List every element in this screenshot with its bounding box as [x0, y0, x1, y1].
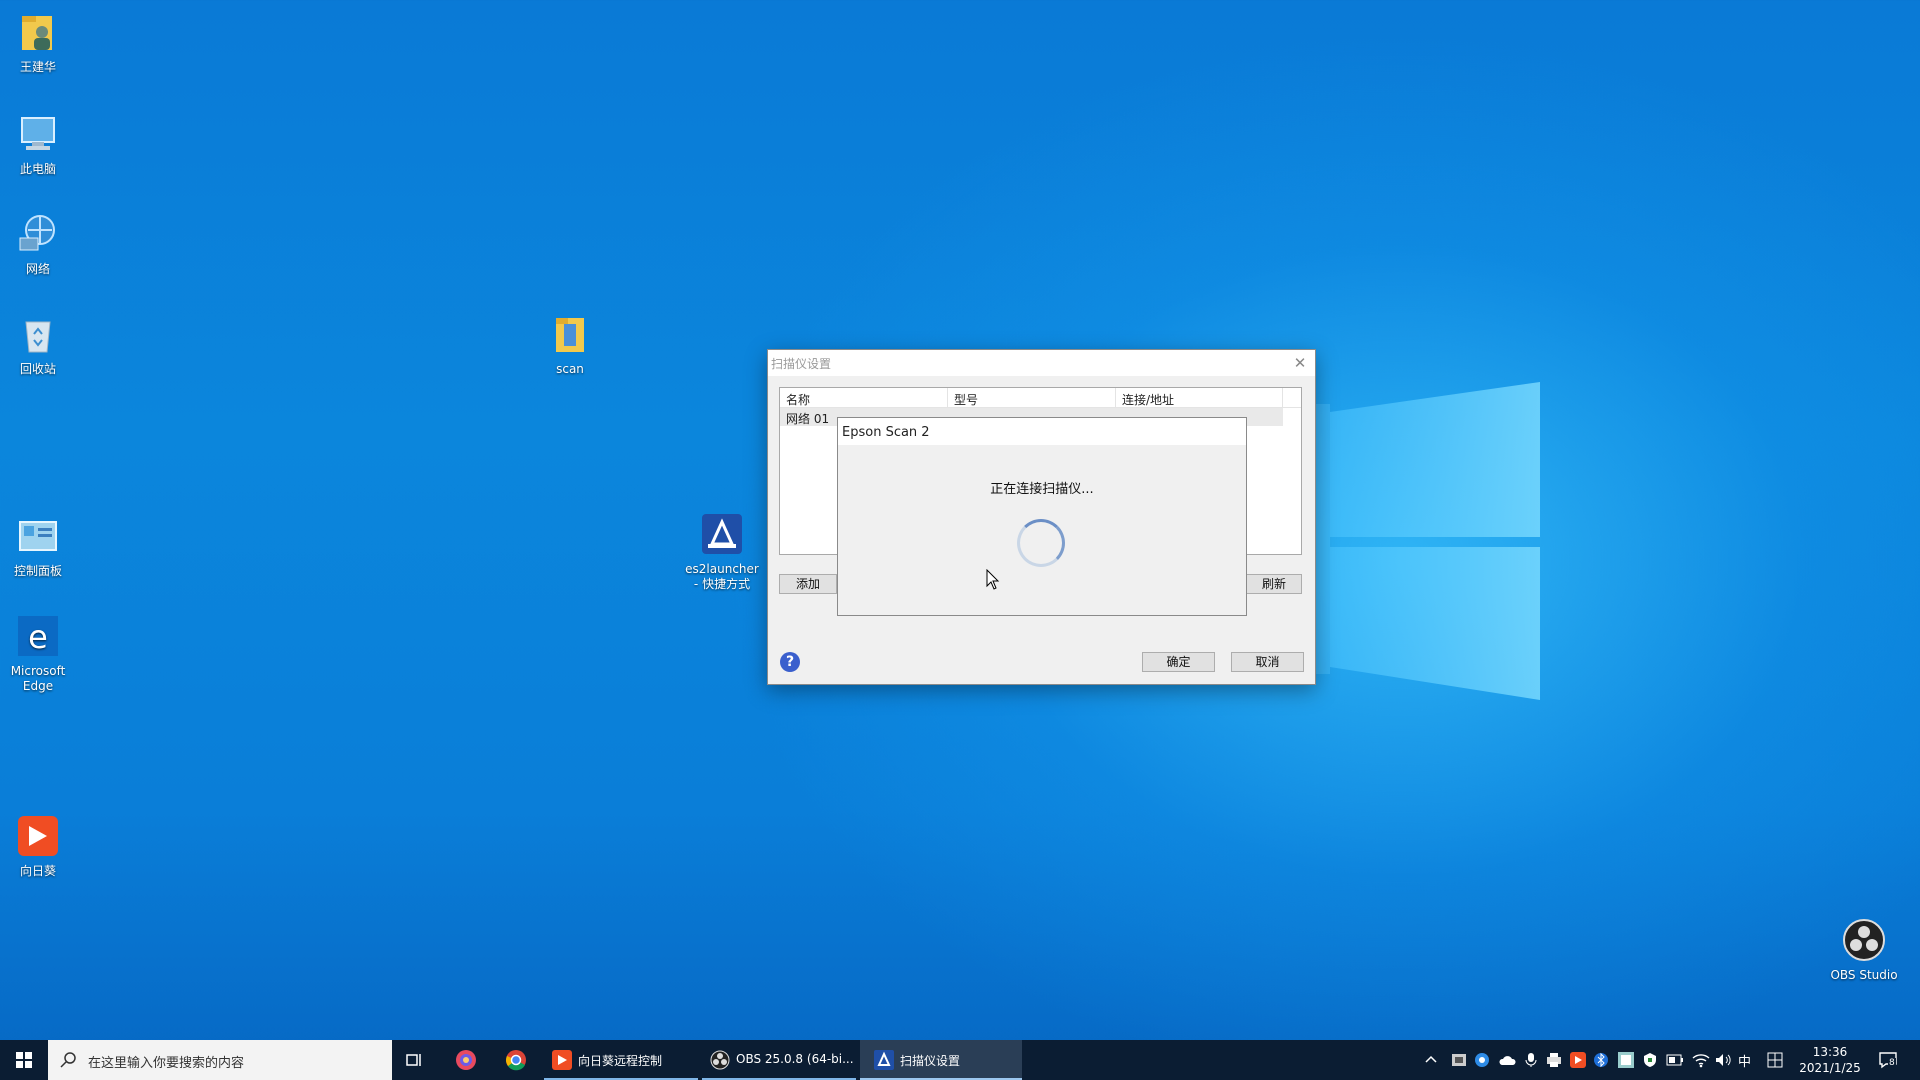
- desktop-icon-label: 控制面板: [13, 564, 62, 578]
- network-globe-icon: [19, 215, 55, 251]
- taskbar-app-label: OBS 25.0.8 (64-bi...: [736, 1052, 854, 1066]
- connecting-message: 正在连接扫描仪...: [990, 482, 1094, 497]
- desktop-icon-user-folder[interactable]: 王建华: [0, 10, 76, 75]
- desktop-icon-label: 网络: [25, 262, 50, 276]
- desktop-icon-recycle-bin[interactable]: 回收站: [0, 312, 76, 377]
- taskbar: 在这里输入你要搜索的内容 向日葵远程控制 OBS 25.0.8 (64-bi..…: [0, 1040, 1920, 1080]
- desktop-icon-obs-studio[interactable]: OBS Studio: [1822, 918, 1906, 983]
- desktop-icon-control-panel[interactable]: 控制面板: [0, 514, 76, 579]
- ime-mode-grid-icon[interactable]: [1767, 1052, 1783, 1068]
- scanner-list-header: 名称 型号 连接/地址: [780, 388, 1301, 408]
- taskbar-app-label: 向日葵远程控制: [578, 1054, 663, 1068]
- microphone-icon[interactable]: [1524, 1052, 1538, 1068]
- desktop-icon-this-pc[interactable]: 此电脑: [0, 112, 76, 177]
- desktop-icon-label: 向日葵: [19, 864, 56, 878]
- ok-button[interactable]: 确定: [1142, 652, 1215, 672]
- desktop-icon-network[interactable]: 网络: [0, 212, 76, 277]
- ime-language-indicator[interactable]: 中: [1738, 1051, 1751, 1080]
- desktop-icon-label: 此电脑: [19, 162, 56, 176]
- add-button[interactable]: 添加: [779, 574, 837, 594]
- taskbar-search-box[interactable]: 在这里输入你要搜索的内容: [48, 1040, 392, 1080]
- task-view-icon[interactable]: [404, 1050, 424, 1070]
- desktop-icon-sunlogin[interactable]: 向日葵: [0, 814, 76, 879]
- clock-time: 13:36: [1812, 1045, 1848, 1059]
- refresh-button[interactable]: 刷新: [1246, 574, 1302, 594]
- notification-count-badge: 8: [1888, 1058, 1896, 1068]
- desktop-icon-label: OBS Studio: [1830, 968, 1898, 982]
- search-icon: [60, 1052, 76, 1068]
- help-icon[interactable]: ?: [780, 652, 800, 672]
- connecting-progress-dialog: Epson Scan 2 正在连接扫描仪...: [837, 417, 1247, 616]
- tray-printer-icon[interactable]: [1546, 1052, 1562, 1068]
- edge-browser-icon: e: [18, 616, 58, 656]
- bluetooth-icon[interactable]: [1594, 1052, 1608, 1068]
- sunlogin-icon: [18, 816, 58, 856]
- search-placeholder: 在这里输入你要搜索的内容: [88, 1056, 245, 1071]
- windows-logo-wallpaper: [1330, 382, 1540, 700]
- desktop-icon-edge[interactable]: e Microsoft Edge: [0, 614, 76, 694]
- clock-date: 2021/1/25: [1799, 1061, 1861, 1075]
- epson-scan-icon: [874, 1050, 894, 1070]
- user-folder-icon: [22, 16, 52, 50]
- loading-spinner-icon: [1017, 519, 1065, 567]
- obs-studio-icon: [1843, 919, 1885, 961]
- control-panel-icon: [19, 521, 57, 551]
- color-browser-icon[interactable]: [455, 1049, 477, 1071]
- taskbar-clock[interactable]: 13:36 2021/1/25: [1796, 1044, 1864, 1076]
- recycle-bin-icon: [25, 321, 51, 353]
- volume-icon[interactable]: [1714, 1052, 1732, 1068]
- desktop-icon-scan-folder[interactable]: scan: [532, 312, 608, 377]
- start-windows-icon[interactable]: [0, 1040, 48, 1080]
- mouse-cursor-icon: [986, 569, 1000, 590]
- desktop-icon-label: scan: [556, 362, 584, 376]
- obs-studio-icon: [710, 1050, 730, 1070]
- column-header-model[interactable]: 型号: [948, 388, 1116, 407]
- wifi-icon[interactable]: [1692, 1052, 1710, 1068]
- column-header-name[interactable]: 名称: [780, 388, 948, 407]
- taskbar-app-obs[interactable]: OBS 25.0.8 (64-bi...: [702, 1040, 856, 1080]
- close-icon[interactable]: ✕: [1289, 352, 1311, 374]
- security-shield-icon[interactable]: [1642, 1052, 1658, 1068]
- svg-text:e: e: [28, 618, 48, 656]
- battery-icon[interactable]: [1666, 1054, 1684, 1066]
- tray-epson-icon[interactable]: [1618, 1052, 1634, 1068]
- desktop-icon-label: 王建华: [19, 60, 56, 74]
- taskbar-app-scanner-settings[interactable]: 扫描仪设置: [860, 1040, 1022, 1080]
- taskbar-app-label: 扫描仪设置: [900, 1054, 961, 1068]
- taskbar-app-sunlogin[interactable]: 向日葵远程控制: [544, 1040, 698, 1080]
- dialog-titlebar[interactable]: 扫描仪设置 ✕: [768, 350, 1315, 376]
- chrome-icon[interactable]: [505, 1049, 527, 1071]
- column-header-address[interactable]: 连接/地址: [1116, 388, 1283, 407]
- desktop-icon-label: es2launcher - 快捷方式: [685, 562, 759, 591]
- zip-folder-icon: [556, 318, 584, 352]
- sunlogin-icon: [552, 1050, 572, 1070]
- onedrive-cloud-icon[interactable]: [1498, 1053, 1516, 1067]
- cancel-button[interactable]: 取消: [1231, 652, 1304, 672]
- desktop-icon-label: Microsoft Edge: [10, 664, 66, 693]
- desktop-icon-es2launcher[interactable]: es2launcher - 快捷方式: [684, 512, 760, 592]
- desktop-icon-label: 回收站: [19, 362, 56, 376]
- action-center-icon[interactable]: 8: [1878, 1050, 1898, 1070]
- epson-scan-icon: [702, 514, 742, 554]
- tray-qq-icon[interactable]: [1474, 1052, 1490, 1068]
- tray-sunlogin-icon[interactable]: [1570, 1052, 1586, 1068]
- progress-dialog-title: Epson Scan 2: [838, 418, 1246, 445]
- computer-icon: [21, 117, 55, 150]
- dialog-title: 扫描仪设置: [771, 357, 832, 371]
- tray-app-icon[interactable]: [1451, 1052, 1467, 1068]
